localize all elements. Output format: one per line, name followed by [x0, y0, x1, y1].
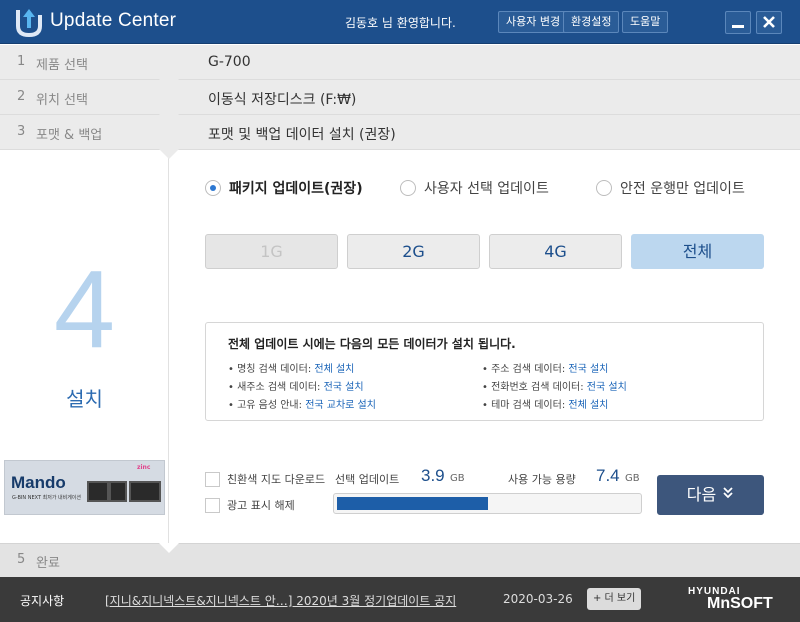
change-user-button[interactable]: 사용자 변경	[498, 11, 569, 33]
radio-label: 패키지 업데이트(권장)	[229, 181, 363, 197]
title-bar: Update Center 김동호 님 환영합니다. 사용자 변경 환경설정 도…	[0, 0, 800, 44]
device-image	[109, 481, 127, 502]
checkbox-icon	[205, 497, 220, 513]
step-notch	[159, 114, 179, 124]
step-number: 1	[17, 54, 26, 69]
next-button[interactable]: 다음	[657, 475, 764, 515]
step-notch	[159, 79, 179, 89]
available-space-value: 7.4	[596, 466, 620, 485]
safety-update-radio[interactable]: 안전 운행만 업데이트	[596, 178, 745, 198]
hide-ads-checkbox[interactable]: 광고 표시 해제	[205, 497, 295, 513]
selected-update-value: 3.9	[421, 466, 445, 485]
step-3-format-backup[interactable]: 3 포맷 & 백업 포맷 및 백업 데이터 설치 (권장)	[0, 115, 800, 159]
help-button[interactable]: 도움말	[622, 11, 669, 33]
selected-update-label: 선택 업데이트	[335, 473, 400, 486]
step-number: 3	[17, 124, 26, 139]
selected-update-unit: GB	[450, 473, 465, 484]
step-value: 이동식 저장디스크 (F:₩)	[208, 92, 357, 108]
step-number: 2	[17, 89, 26, 104]
radio-label: 사용자 선택 업데이트	[424, 181, 549, 197]
info-item: • 테마 검색 데이터: 전체 설치	[482, 400, 609, 411]
size-option-4g[interactable]: 4G	[489, 234, 622, 269]
ad-brand: Mando	[11, 473, 66, 492]
update-center-logo-icon	[16, 9, 42, 38]
step-value: G-700	[208, 54, 251, 70]
close-button[interactable]	[756, 11, 782, 34]
step-2-location[interactable]: 2 위치 선택 이동식 저장디스크 (F:₩)	[0, 80, 800, 124]
double-chevron-down-icon	[722, 487, 734, 502]
notice-date: 2020-03-26	[503, 592, 573, 606]
settings-button[interactable]: 환경설정	[563, 11, 620, 33]
step-number: 5	[17, 552, 26, 567]
more-button[interactable]: + 더 보기	[587, 588, 642, 610]
checkbox-icon	[205, 471, 220, 487]
info-item: • 새주소 검색 데이터: 전국 설치	[228, 382, 364, 393]
info-item: • 주소 검색 데이터: 전국 설치	[482, 364, 609, 375]
checkbox-label: 친환색 지도 다운로드	[227, 473, 326, 486]
step-1-product[interactable]: 1 제품 선택 G-700	[0, 45, 800, 89]
available-space-unit: GB	[625, 473, 640, 484]
notice-link[interactable]: [지니&지니넥스트&지니넥스트 안…] 2020년 3월 정기업데이트 공지	[105, 592, 456, 609]
radio-label: 안전 운행만 업데이트	[620, 181, 745, 197]
simple-map-checkbox[interactable]: 친환색 지도 다운로드	[205, 471, 325, 487]
info-title: 전체 업데이트 시에는 다음의 모든 데이터가 설치 됩니다.	[228, 337, 516, 351]
app-title: Update Center	[50, 10, 177, 31]
radio-selected-icon	[205, 180, 221, 196]
device-image	[87, 481, 109, 502]
ad-logo: zinc	[137, 464, 151, 471]
step-label: 위치 선택	[36, 93, 88, 108]
notice-footer: 공지사항 [지니&지니넥스트&지니넥스트 안…] 2020년 3월 정기업데이트…	[0, 577, 800, 622]
device-image	[129, 481, 161, 502]
step-notch	[159, 543, 179, 553]
info-item: • 전화번호 검색 데이터: 전국 설치	[482, 382, 627, 393]
welcome-text: 김동호 님 환영합니다.	[345, 16, 456, 30]
checkbox-label: 광고 표시 해제	[227, 499, 295, 512]
capacity-progress-bar	[333, 493, 642, 514]
next-button-label: 다음	[686, 485, 717, 504]
step-label: 완료	[36, 556, 60, 571]
step-label: 제품 선택	[36, 58, 88, 73]
step-5-complete: 5 완료	[0, 543, 800, 577]
ad-banner[interactable]: Mando G-BIN NEXT 최저가 내비게이션 zinc	[4, 460, 165, 515]
info-item: • 고유 음성 안내: 전국 교차로 설치	[228, 400, 376, 411]
step-value: 포맷 및 백업 데이터 설치 (권장)	[208, 127, 396, 143]
step-label: 포맷 & 백업	[36, 128, 103, 143]
step-notch	[159, 149, 179, 159]
radio-icon	[400, 180, 416, 196]
info-item: • 명칭 검색 데이터: 전체 설치	[228, 364, 355, 375]
size-option-1g: 1G	[205, 234, 338, 269]
custom-update-radio[interactable]: 사용자 선택 업데이트	[400, 178, 549, 198]
ad-tagline: G-BIN NEXT 최저가 내비게이션	[12, 495, 82, 501]
minimize-button[interactable]	[725, 11, 751, 34]
available-space-label: 사용 가능 용량	[508, 473, 576, 486]
size-option-all[interactable]: 전체	[631, 234, 764, 269]
mnsoft-logo: MnSOFT	[707, 595, 773, 612]
radio-icon	[596, 180, 612, 196]
notice-label: 공지사항	[20, 594, 65, 608]
minimize-icon	[732, 25, 744, 28]
package-update-radio[interactable]: 패키지 업데이트(권장)	[205, 178, 363, 198]
capacity-progress-fill	[337, 497, 488, 510]
install-info-box: 전체 업데이트 시에는 다음의 모든 데이터가 설치 됩니다. • 명칭 검색 …	[205, 322, 764, 421]
current-step-number: 4	[53, 248, 116, 371]
size-option-2g[interactable]: 2G	[347, 234, 480, 269]
current-step-panel: 4 설치 Mando G-BIN NEXT 최저가 내비게이션 zinc	[0, 150, 169, 543]
current-step-label: 설치	[66, 387, 103, 411]
close-icon	[763, 16, 775, 28]
